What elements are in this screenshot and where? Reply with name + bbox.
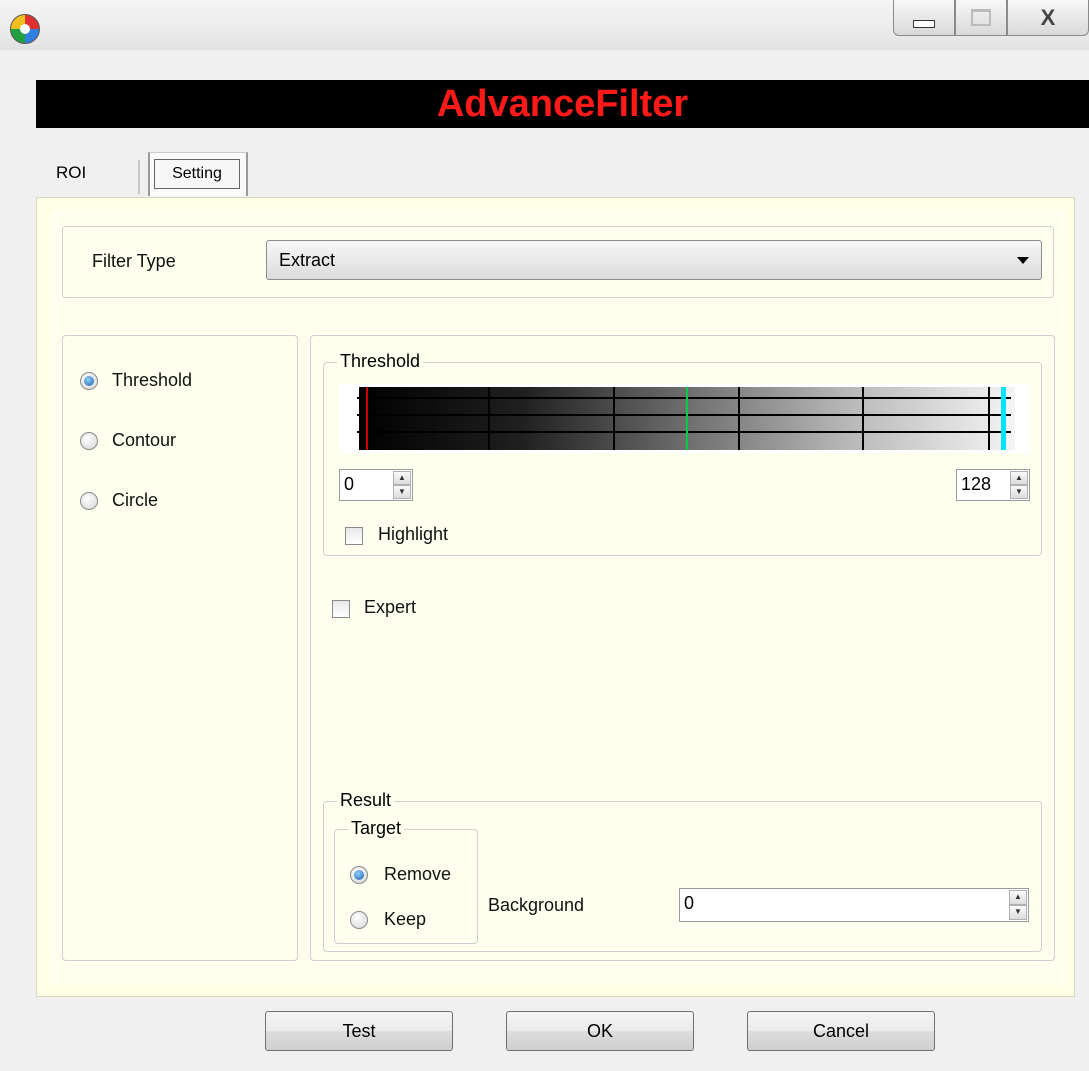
filter-type-select[interactable]: Extract bbox=[266, 240, 1042, 280]
threshold-low-value: 0 bbox=[344, 474, 355, 494]
spin-down-icon[interactable]: ▼ bbox=[1009, 905, 1027, 920]
result-group-label: Result bbox=[337, 790, 395, 811]
window-controls: X bbox=[893, 0, 1089, 40]
minimize-icon bbox=[913, 19, 935, 28]
cancel-button[interactable]: Cancel bbox=[747, 1011, 935, 1051]
background-value: 0 bbox=[684, 893, 695, 913]
keep-radio-label: Keep bbox=[384, 909, 427, 929]
close-button[interactable]: X bbox=[1007, 0, 1089, 36]
threshold-low-spinner[interactable]: 0 ▲ ▼ bbox=[339, 469, 413, 501]
threshold-radio[interactable] bbox=[80, 372, 98, 390]
background-label: Background bbox=[488, 895, 585, 915]
spin-up-icon[interactable]: ▲ bbox=[1009, 890, 1027, 905]
tab-setting[interactable]: Setting bbox=[148, 152, 248, 196]
contour-radio[interactable] bbox=[80, 432, 98, 450]
maximize-icon bbox=[971, 9, 991, 26]
minimize-button[interactable] bbox=[893, 0, 955, 36]
threshold-high-value: 128 bbox=[961, 474, 992, 494]
chevron-down-icon bbox=[1017, 257, 1029, 264]
threshold-high-spinner[interactable]: 128 ▲ ▼ bbox=[956, 469, 1030, 501]
highlight-label: Highlight bbox=[378, 524, 449, 544]
filter-type-label: Filter Type bbox=[92, 251, 176, 271]
maximize-button[interactable] bbox=[955, 0, 1007, 36]
spin-down-icon[interactable]: ▼ bbox=[393, 485, 411, 499]
spin-up-icon[interactable]: ▲ bbox=[1010, 471, 1028, 485]
keep-radio[interactable] bbox=[350, 911, 368, 929]
tab-setting-label: Setting bbox=[154, 159, 240, 189]
remove-radio[interactable] bbox=[350, 866, 368, 884]
threshold-radio-label: Threshold bbox=[112, 370, 193, 390]
threshold-group-label: Threshold bbox=[337, 351, 424, 372]
mode-group bbox=[62, 335, 298, 961]
expert-label: Expert bbox=[364, 597, 417, 617]
high-threshold-marker[interactable] bbox=[1001, 387, 1006, 450]
tab-roi-label: ROI bbox=[56, 163, 87, 182]
app-banner-title: AdvanceFilter bbox=[36, 80, 1089, 128]
highlight-checkbox[interactable] bbox=[345, 527, 363, 545]
circle-radio[interactable] bbox=[80, 492, 98, 510]
threshold-histogram[interactable] bbox=[339, 384, 1030, 453]
filter-type-value: Extract bbox=[279, 250, 336, 270]
test-button[interactable]: Test bbox=[265, 1011, 453, 1051]
spin-up-icon[interactable]: ▲ bbox=[393, 471, 411, 485]
tab-roi[interactable]: ROI bbox=[44, 155, 132, 195]
target-group-label: Target bbox=[348, 818, 405, 839]
app-icon bbox=[10, 14, 40, 44]
spin-down-icon[interactable]: ▼ bbox=[1010, 485, 1028, 499]
histogram-graphic bbox=[357, 387, 1015, 450]
remove-radio-label: Remove bbox=[384, 864, 452, 884]
circle-radio-label: Circle bbox=[112, 490, 159, 510]
background-spinner[interactable]: 0 ▲ ▼ bbox=[679, 888, 1029, 922]
ok-button[interactable]: OK bbox=[506, 1011, 694, 1051]
tab-divider bbox=[138, 160, 140, 194]
close-icon: X bbox=[1040, 4, 1056, 30]
expert-checkbox[interactable] bbox=[332, 600, 350, 618]
contour-radio-label: Contour bbox=[112, 430, 177, 450]
